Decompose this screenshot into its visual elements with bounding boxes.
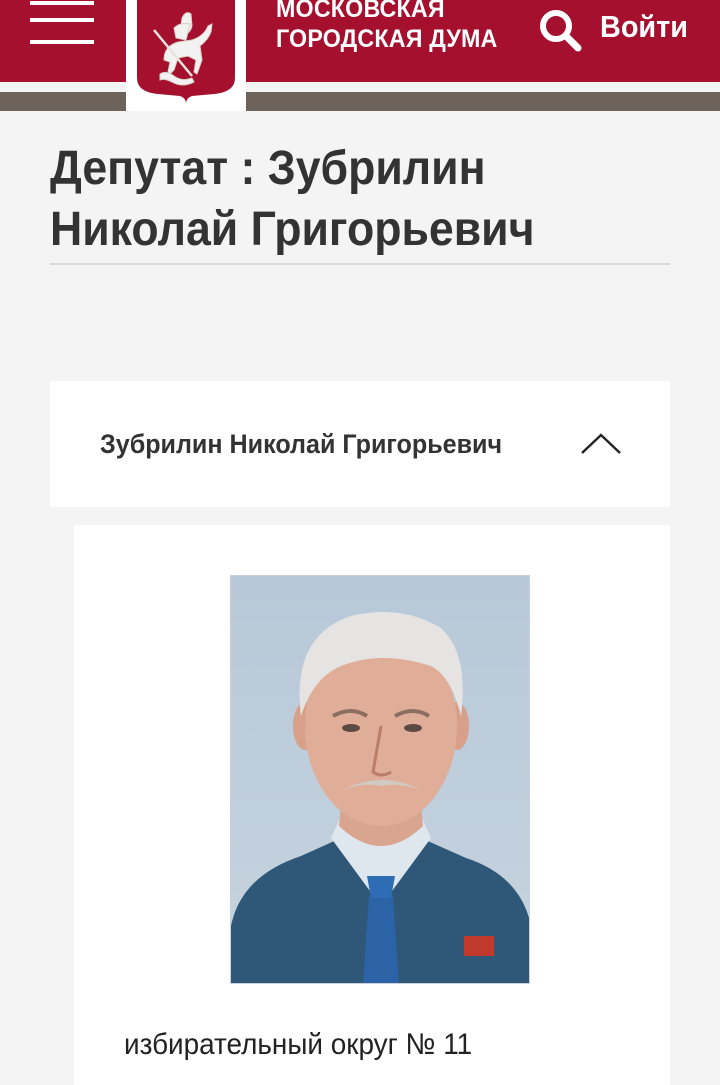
menu-icon-line [30, 1, 94, 5]
header-bar: МОСКОВСКАЯ ГОРОДСКАЯ ДУМА Войти [0, 0, 720, 82]
page-title: Депутат : Зубрилин Николай Григорьевич [50, 142, 535, 256]
login-button[interactable]: Войти [600, 8, 688, 46]
accordion-title: Зубрилин Николай Григорьевич [100, 429, 503, 459]
electoral-district: избирательный округ № 11 [124, 1028, 473, 1061]
menu-icon-line [30, 40, 94, 44]
brand-title[interactable]: МОСКОВСКАЯ ГОРОДСКАЯ ДУМА [276, 0, 498, 54]
brand-line-1: МОСКОВСКАЯ [276, 0, 445, 23]
deputy-details-panel: избирательный округ № 11 [74, 525, 670, 1085]
chevron-up-icon[interactable] [580, 431, 622, 455]
coat-of-arms-logo [137, 0, 235, 104]
deputy-accordion-header[interactable]: Зубрилин Николай Григорьевич [50, 381, 670, 507]
title-divider [50, 263, 670, 265]
search-icon[interactable] [538, 8, 584, 54]
logo[interactable] [126, 0, 246, 111]
header-strip [0, 92, 720, 111]
menu-icon-line [30, 18, 94, 22]
menu-button[interactable] [28, 0, 98, 50]
deputy-photo [230, 575, 530, 984]
brand-line-2: ГОРОДСКАЯ ДУМА [276, 25, 498, 53]
